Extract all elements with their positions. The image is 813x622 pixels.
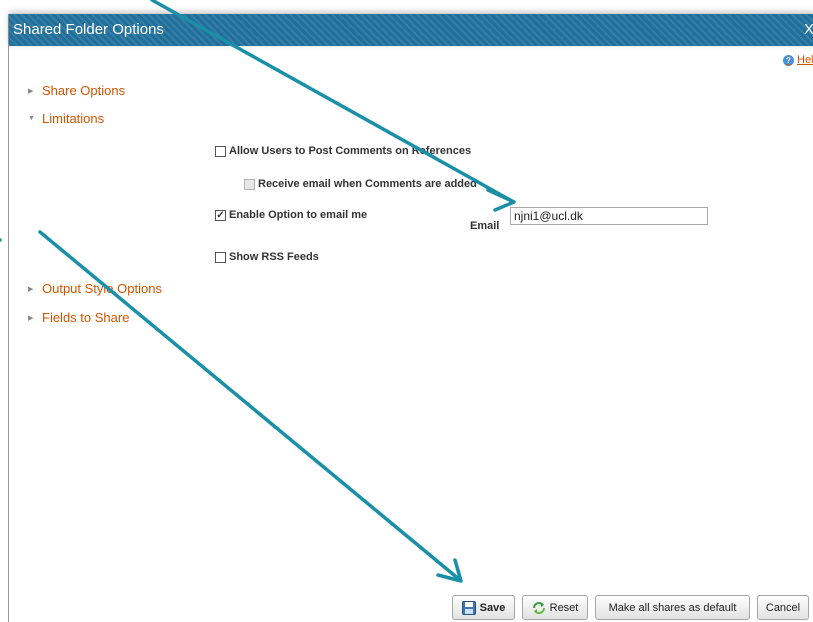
close-button[interactable]: X — [804, 21, 813, 38]
save-button[interactable]: Save — [452, 595, 515, 620]
section-share-options-label: Share Options — [42, 83, 126, 98]
help-link[interactable]: ? Help — [783, 54, 813, 66]
section-share-options[interactable]: ▶ Share Options — [28, 83, 125, 98]
enable-email-row: ✓ Enable Option to email me — [215, 209, 367, 221]
rss-checkbox[interactable] — [215, 251, 226, 263]
allow-comments-row: Allow Users to Post Comments on Referenc… — [215, 145, 471, 157]
section-fields-to-share[interactable]: ▶ Fields to Share — [28, 310, 129, 325]
help-label: Help — [797, 54, 813, 66]
receive-email-checkbox[interactable] — [244, 178, 255, 190]
section-output-style-options[interactable]: ▶ Output Style Options — [28, 281, 162, 296]
floppy-disk-icon — [461, 600, 476, 615]
reset-button-label: Reset — [549, 601, 579, 614]
allow-comments-label: Allow Users to Post Comments on Referenc… — [229, 145, 472, 157]
make-default-label: Make all shares as default — [608, 601, 737, 614]
section-fields-to-share-label: Fields to Share — [42, 310, 130, 325]
triangle-down-icon: ▼ — [28, 115, 35, 122]
recycle-arrows-icon — [532, 601, 545, 614]
save-button-label: Save — [479, 601, 506, 614]
receive-email-label: Receive email when Comments are added — [258, 178, 477, 190]
rss-row: Show RSS Feeds — [215, 251, 319, 263]
section-limitations[interactable]: ▼ Limitations — [28, 111, 104, 126]
triangle-right-icon: ▶ — [28, 87, 34, 95]
dialog-titlebar[interactable]: Shared Folder Options X — [9, 14, 813, 46]
section-output-style-label: Output Style Options — [42, 281, 162, 296]
allow-comments-checkbox[interactable] — [215, 145, 226, 157]
cancel-button[interactable]: Cancel — [757, 595, 809, 620]
receive-email-row: Receive email when Comments are added — [244, 178, 477, 190]
triangle-right-icon: ▶ — [28, 285, 34, 293]
enable-email-checkbox[interactable]: ✓ — [215, 209, 226, 221]
help-circle-icon: ? — [783, 54, 794, 66]
email-field[interactable] — [510, 207, 708, 225]
dialog-title: Shared Folder Options — [13, 21, 164, 38]
enable-email-label: Enable Option to email me — [229, 209, 368, 221]
reset-button[interactable]: Reset — [522, 595, 588, 620]
email-field-label: Email — [470, 220, 500, 232]
rss-label: Show RSS Feeds — [229, 251, 319, 263]
make-all-shares-default-button[interactable]: Make all shares as default — [595, 595, 750, 620]
triangle-right-icon: ▶ — [28, 314, 34, 322]
cancel-button-label: Cancel — [765, 601, 801, 614]
section-limitations-label: Limitations — [42, 111, 105, 126]
